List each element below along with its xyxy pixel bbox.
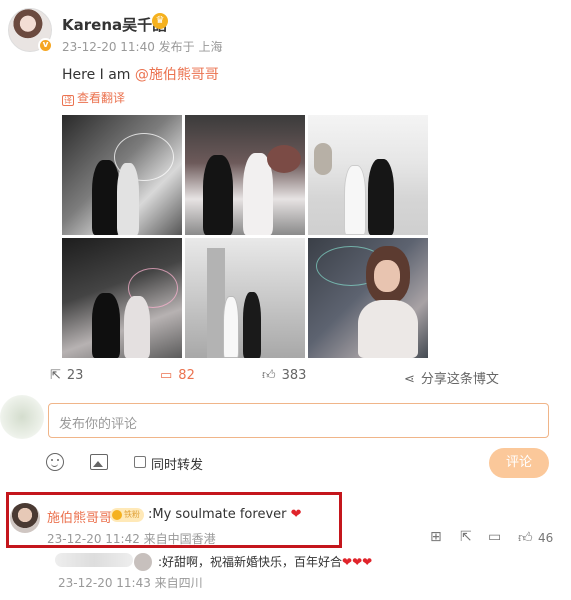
emoji-icon[interactable] — [46, 453, 64, 471]
heart-emoji: ❤ — [290, 507, 302, 522]
commenter-avatar[interactable] — [10, 503, 40, 533]
translate-comment-icon[interactable]: ⊞ — [430, 529, 442, 545]
member-crown-icon[interactable]: ♛ — [152, 13, 168, 29]
photo-thumbnail-3[interactable] — [308, 115, 428, 235]
reply-hearts: ❤❤❤ — [342, 555, 373, 569]
post-time-location: 23-12-20 11:40 发布于 上海 — [62, 40, 223, 54]
reply-comment-icon[interactable]: ▭ — [488, 529, 501, 545]
reply-time-location: 23-12-20 11:43 来自四川 — [58, 576, 203, 590]
like-count: 383 — [281, 368, 307, 383]
submit-comment-button[interactable]: 评论 — [489, 448, 549, 478]
comment-input[interactable]: 发布你的评论 — [48, 403, 549, 438]
fan-badge: 铁粉 — [110, 508, 144, 522]
photo-thumbnail-1[interactable] — [62, 115, 182, 235]
photo-thumbnail-5[interactable] — [185, 238, 305, 358]
share-label: 分享这条博文 — [420, 372, 499, 387]
post-text-prefix: Here I am — [62, 67, 135, 83]
translate-button[interactable]: 译查看翻译 — [62, 89, 125, 106]
image-upload-icon[interactable] — [90, 454, 108, 470]
comment-body: :My soulmate forever — [148, 507, 287, 522]
commenter-name[interactable]: 施伯熊哥哥 — [47, 507, 112, 526]
comment-text: :My soulmate forever ❤ — [148, 507, 302, 522]
comment-count: 82 — [178, 368, 195, 383]
share-icon: ⋖ — [404, 372, 415, 387]
repost-button[interactable]: ⇱ 23 — [50, 368, 83, 383]
mention-link[interactable]: @施伯熊哥哥 — [135, 67, 219, 83]
comment-like-count: 46 — [538, 531, 554, 545]
share-button[interactable]: ⋖ 分享这条博文 — [404, 368, 499, 387]
author-name[interactable]: Karena吴千語 — [62, 14, 167, 35]
reply-text: :好甜啊，祝福新婚快乐，百年好合❤❤❤ — [158, 553, 372, 570]
reply-badge-icon — [134, 553, 152, 571]
comment-icon: ▭ — [160, 368, 173, 383]
thumbs-up-icon: 👍︎ — [262, 368, 276, 383]
like-button[interactable]: 👍︎ 383 — [262, 368, 306, 383]
repost-count: 23 — [66, 368, 84, 383]
current-user-avatar — [0, 395, 44, 439]
reply-body: :好甜啊，祝福新婚快乐，百年好合 — [158, 555, 343, 569]
verified-badge-icon: v — [38, 38, 53, 53]
post-text: Here I am @施伯熊哥哥 — [62, 64, 219, 84]
repost-icon: ⇱ — [50, 368, 61, 383]
photo-thumbnail-2[interactable] — [185, 115, 305, 235]
also-repost-label[interactable]: 同时转发 — [151, 454, 203, 473]
photo-thumbnail-6[interactable] — [308, 238, 428, 358]
reply-author-name[interactable] — [55, 553, 133, 567]
repost-comment-icon[interactable]: ⇱ — [460, 529, 472, 545]
translate-label: 查看翻译 — [77, 91, 126, 105]
comment-button[interactable]: ▭ 82 — [160, 368, 195, 383]
translate-icon: 译 — [62, 95, 74, 106]
comment-time-location: 23-12-20 11:42 来自中国香港 — [47, 532, 216, 546]
also-repost-checkbox[interactable] — [134, 456, 146, 468]
photo-thumbnail-4[interactable] — [62, 238, 182, 358]
like-comment-icon[interactable]: 👍︎ — [518, 529, 533, 546]
